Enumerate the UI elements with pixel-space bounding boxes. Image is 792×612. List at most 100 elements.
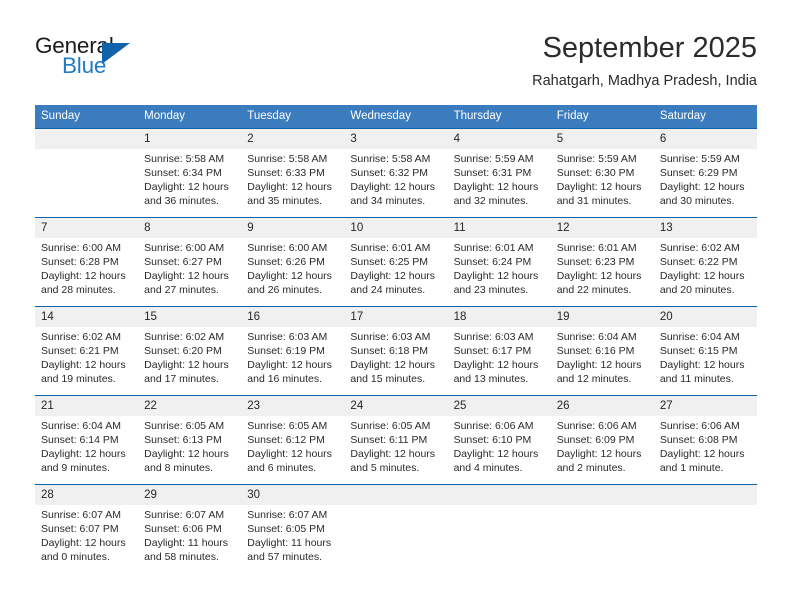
sunset-time: Sunset: 6:09 PM: [556, 434, 635, 446]
day-details: Sunrise: 6:06 AM Sunset: 6:10 PM Daylight:…: [448, 416, 551, 481]
day-cell[interactable]: 15 Sunrise: 6:02 AM Sunset: 6:20 PM Dayligh…: [138, 307, 242, 395]
day-details: Sunrise: 5:58 AM Sunset: 6:34 PM Daylight:…: [138, 149, 241, 214]
daylight-duration: and 23 minutes.: [453, 284, 529, 296]
sunset-time: Sunset: 6:13 PM: [144, 434, 222, 446]
daylight-duration: Daylight: 12 hours: [659, 270, 745, 282]
daylight-duration: Daylight: 12 hours: [659, 181, 745, 193]
daylight-duration: and 27 minutes.: [144, 284, 219, 296]
daylight-duration: and 20 minutes.: [659, 284, 735, 296]
daylight-duration: Daylight: 12 hours: [144, 448, 229, 460]
day-number: 16: [241, 307, 345, 327]
sunset-time: Sunset: 6:15 PM: [659, 345, 738, 357]
day-cell[interactable]: 27 Sunrise: 6:06 AM Sunset: 6:08 PM Dayligh…: [653, 396, 757, 484]
day-cell[interactable]: 4 Sunrise: 5:59 AM Sunset: 6:31 PM Daylight…: [447, 129, 551, 217]
daylight-duration: Daylight: 12 hours: [144, 270, 229, 282]
day-details: Sunrise: 6:02 AM Sunset: 6:21 PM Daylight:…: [35, 327, 138, 392]
sunset-time: Sunset: 6:21 PM: [41, 345, 119, 357]
day-cell[interactable]: 9 Sunrise: 6:00 AM Sunset: 6:26 PM Daylight…: [241, 218, 345, 306]
day-cell[interactable]: 3 Sunrise: 5:58 AM Sunset: 6:32 PM Daylight…: [344, 129, 448, 217]
day-number: 3: [344, 129, 448, 149]
day-details: Sunrise: 6:06 AM Sunset: 6:08 PM Daylight:…: [654, 416, 757, 481]
daylight-duration: and 8 minutes.: [144, 462, 214, 474]
daylight-duration: and 9 minutes.: [41, 462, 110, 474]
day-cell[interactable]: 22 Sunrise: 6:05 AM Sunset: 6:13 PM Dayligh…: [138, 396, 242, 484]
daylight-duration: and 31 minutes.: [556, 195, 632, 207]
sunrise-time: Sunrise: 5:59 AM: [556, 153, 637, 165]
day-details: Sunrise: 5:59 AM Sunset: 6:29 PM Daylight:…: [654, 149, 757, 214]
day-number: 26: [550, 396, 654, 416]
sunset-time: Sunset: 6:22 PM: [659, 256, 738, 268]
day-number: 8: [138, 218, 242, 238]
day-cell-empty: [447, 485, 551, 573]
day-number: 17: [344, 307, 448, 327]
day-details: Sunrise: 6:02 AM Sunset: 6:22 PM Daylight:…: [654, 238, 757, 303]
sunrise-time: Sunrise: 6:01 AM: [350, 242, 431, 254]
day-cell[interactable]: 29 Sunrise: 6:07 AM Sunset: 6:06 PM Dayligh…: [138, 485, 242, 573]
sunrise-time: Sunrise: 6:02 AM: [659, 242, 740, 254]
daylight-duration: Daylight: 12 hours: [144, 359, 229, 371]
sunrise-time: Sunrise: 6:05 AM: [144, 420, 225, 432]
sunrise-time: Sunrise: 6:05 AM: [247, 420, 328, 432]
day-cell[interactable]: 17 Sunrise: 6:03 AM Sunset: 6:18 PM Dayligh…: [344, 307, 448, 395]
daylight-duration: Daylight: 12 hours: [41, 270, 126, 282]
day-cell[interactable]: 16 Sunrise: 6:03 AM Sunset: 6:19 PM Dayligh…: [241, 307, 345, 395]
day-details: Sunrise: 6:04 AM Sunset: 6:14 PM Daylight:…: [35, 416, 138, 481]
day-cell[interactable]: 20 Sunrise: 6:04 AM Sunset: 6:15 PM Dayligh…: [653, 307, 757, 395]
day-cell[interactable]: 7 Sunrise: 6:00 AM Sunset: 6:28 PM Daylight…: [35, 218, 139, 306]
day-cell[interactable]: 23 Sunrise: 6:05 AM Sunset: 6:12 PM Dayligh…: [241, 396, 345, 484]
day-cell[interactable]: 13 Sunrise: 6:02 AM Sunset: 6:22 PM Dayligh…: [653, 218, 757, 306]
day-details: Sunrise: 6:03 AM Sunset: 6:17 PM Daylight:…: [448, 327, 551, 392]
day-details: Sunrise: 6:02 AM Sunset: 6:20 PM Daylight:…: [138, 327, 241, 392]
day-number: 25: [447, 396, 551, 416]
day-cell[interactable]: 11 Sunrise: 6:01 AM Sunset: 6:24 PM Dayligh…: [447, 218, 551, 306]
sunrise-time: Sunrise: 6:01 AM: [556, 242, 637, 254]
day-details: Sunrise: 6:03 AM Sunset: 6:18 PM Daylight:…: [344, 327, 447, 392]
sunrise-time: Sunrise: 6:02 AM: [41, 331, 121, 343]
daylight-duration: and 30 minutes.: [659, 195, 735, 207]
day-number: 14: [35, 307, 139, 327]
weekday-header-row: Sunday Monday Tuesday Wednesday Thursday Frid…: [35, 105, 757, 128]
day-number: 30: [241, 485, 345, 505]
day-number: 18: [447, 307, 551, 327]
day-number: 6: [653, 129, 757, 149]
day-number: [35, 129, 139, 149]
sunset-time: Sunset: 6:08 PM: [659, 434, 738, 446]
daylight-duration: Daylight: 12 hours: [556, 448, 642, 460]
day-cell[interactable]: 24 Sunrise: 6:05 AM Sunset: 6:11 PM Dayligh…: [344, 396, 448, 484]
sunrise-time: Sunrise: 6:05 AM: [350, 420, 431, 432]
sunset-time: Sunset: 6:20 PM: [144, 345, 222, 357]
day-cell[interactable]: 28 Sunrise: 6:07 AM Sunset: 6:07 PM Dayligh…: [35, 485, 139, 573]
day-number: 22: [138, 396, 242, 416]
day-cell[interactable]: 2 Sunrise: 5:58 AM Sunset: 6:33 PM Daylight…: [241, 129, 345, 217]
daylight-duration: and 35 minutes.: [247, 195, 322, 207]
sunset-time: Sunset: 6:25 PM: [350, 256, 429, 268]
day-cell[interactable]: 21 Sunrise: 6:04 AM Sunset: 6:14 PM Dayligh…: [35, 396, 139, 484]
daylight-duration: and 12 minutes.: [556, 373, 632, 385]
day-cell[interactable]: 30 Sunrise: 6:07 AM Sunset: 6:05 PM Dayligh…: [241, 485, 345, 573]
daylight-duration: Daylight: 12 hours: [41, 448, 126, 460]
day-cell[interactable]: 19 Sunrise: 6:04 AM Sunset: 6:16 PM Dayligh…: [550, 307, 654, 395]
daylight-duration: and 28 minutes.: [41, 284, 116, 296]
day-cell[interactable]: 25 Sunrise: 6:06 AM Sunset: 6:10 PM Dayligh…: [447, 396, 551, 484]
sunrise-time: Sunrise: 6:03 AM: [453, 331, 534, 343]
day-cell[interactable]: 10 Sunrise: 6:01 AM Sunset: 6:25 PM Dayligh…: [344, 218, 448, 306]
day-cell[interactable]: 1 Sunrise: 5:58 AM Sunset: 6:34 PM Daylight…: [138, 129, 242, 217]
sunset-time: Sunset: 6:33 PM: [247, 167, 325, 179]
day-cell[interactable]: 5 Sunrise: 5:59 AM Sunset: 6:30 PM Daylight…: [550, 129, 654, 217]
sunset-time: Sunset: 6:16 PM: [556, 345, 635, 357]
sunrise-time: Sunrise: 5:58 AM: [144, 153, 225, 165]
day-cell-empty: [550, 485, 654, 573]
sunrise-time: Sunrise: 6:07 AM: [144, 509, 225, 521]
sunset-time: Sunset: 6:34 PM: [144, 167, 222, 179]
daylight-duration: and 34 minutes.: [350, 195, 426, 207]
day-number: 23: [241, 396, 345, 416]
day-cell[interactable]: 18 Sunrise: 6:03 AM Sunset: 6:17 PM Dayligh…: [447, 307, 551, 395]
logo-text-blue: Blue: [62, 53, 107, 78]
sunrise-time: Sunrise: 6:02 AM: [144, 331, 225, 343]
day-cell[interactable]: 8 Sunrise: 6:00 AM Sunset: 6:27 PM Daylight…: [138, 218, 242, 306]
daylight-duration: Daylight: 11 hours: [144, 537, 228, 549]
day-cell[interactable]: 6 Sunrise: 5:59 AM Sunset: 6:29 PM Daylight…: [653, 129, 757, 217]
day-cell[interactable]: 12 Sunrise: 6:01 AM Sunset: 6:23 PM Dayligh…: [550, 218, 654, 306]
day-cell[interactable]: 14 Sunrise: 6:02 AM Sunset: 6:21 PM Dayligh…: [35, 307, 139, 395]
day-cell[interactable]: 26 Sunrise: 6:06 AM Sunset: 6:09 PM Dayligh…: [550, 396, 654, 484]
